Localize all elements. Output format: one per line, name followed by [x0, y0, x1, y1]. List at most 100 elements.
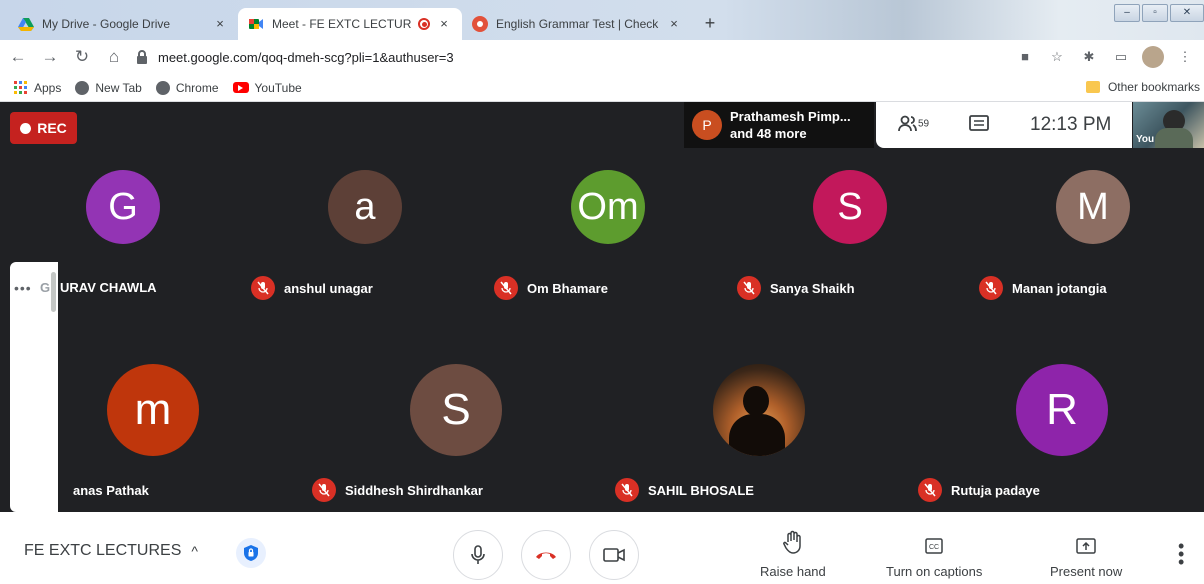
participant-name: Sanya Shaikh: [737, 276, 855, 300]
people-count: 59: [918, 118, 930, 130]
participant-name-text: URAV CHAWLA: [60, 280, 157, 295]
tab-title: My Drive - Google Drive: [42, 17, 171, 31]
participant-name-text: Sanya Shaikh: [770, 280, 855, 296]
profile-avatar[interactable]: [1142, 46, 1164, 68]
side-panel[interactable]: •••: [10, 262, 58, 512]
rec-label: REC: [37, 120, 67, 136]
browser-toolbar: ← → ↻ ⌂ meet.google.com/qoq-dmeh-scg?pli…: [0, 40, 1204, 74]
site-favicon-icon: [472, 16, 488, 32]
participant-name-text: Rutuja padaye: [951, 482, 1040, 498]
record-dot-icon: [20, 122, 32, 134]
participant-name-text: Manan jotangia: [1012, 280, 1107, 296]
people-button[interactable]: 59: [898, 115, 929, 138]
forward-button[interactable]: →: [36, 43, 64, 71]
present-now-button[interactable]: Present now: [1050, 530, 1122, 579]
notification-line-2: and 48 more: [730, 126, 807, 141]
participant-name: SAHIL BHOSALE: [615, 478, 754, 502]
participant-name-text: anas Pathak: [73, 482, 149, 498]
avatar: P: [692, 110, 722, 140]
close-window-button[interactable]: ✕: [1170, 4, 1204, 22]
participant-name: Manan jotangia: [979, 276, 1107, 300]
home-button[interactable]: ⌂: [100, 43, 128, 71]
avatar: a: [328, 170, 402, 244]
join-notification[interactable]: P Prathamesh Pimp... and 48 more: [684, 102, 874, 148]
reload-button[interactable]: ↻: [68, 43, 96, 71]
meeting-details-button[interactable]: FE EXTC LECTURES ^: [24, 542, 198, 560]
bookmarks-bar: Apps New Tab Chrome YouTube Other bookma…: [0, 74, 1204, 102]
toolbar-icons: ■ ☆ ✱ ▭ ⋮: [1004, 46, 1196, 68]
lock-icon: [137, 50, 147, 64]
host-controls-shield-icon[interactable]: [236, 538, 266, 568]
close-tab-icon[interactable]: ×: [666, 16, 682, 32]
hang-up-icon: [536, 552, 556, 559]
extensions-icon[interactable]: ✱: [1078, 46, 1100, 68]
bookmark-star-icon[interactable]: ☆: [1046, 46, 1068, 68]
participant-name-text: anshul unagar: [284, 280, 373, 296]
captions-label: Turn on captions: [886, 564, 983, 579]
folder-icon: [1085, 81, 1100, 93]
google-meet-icon: [249, 19, 263, 29]
bookmark-chrome[interactable]: Chrome: [155, 80, 219, 95]
url-text: meet.google.com/qoq-dmeh-scg?pli=1&authu…: [158, 49, 454, 65]
menu-kebab-icon[interactable]: ⋮: [1174, 46, 1196, 68]
recording-badge: REC: [10, 112, 77, 144]
participant-photo: [713, 364, 805, 456]
globe-icon: [75, 80, 90, 95]
camera-in-use-icon[interactable]: ■: [1014, 46, 1036, 68]
participant-name: Siddhesh Shirdhankar: [312, 478, 483, 502]
bookmark-label: New Tab: [95, 80, 142, 95]
back-button[interactable]: ←: [4, 43, 32, 71]
self-video-figure: [1155, 128, 1193, 148]
avatar: G: [86, 170, 160, 244]
bookmark-label: Chrome: [175, 80, 219, 95]
chevron-up-icon: ^: [191, 543, 198, 559]
notification-line-1: Prathamesh Pimp...: [730, 109, 851, 124]
close-tab-icon[interactable]: ×: [212, 16, 228, 32]
recording-indicator-icon: [418, 18, 430, 30]
bookmark-label: YouTube: [254, 80, 302, 95]
tab-google-drive[interactable]: My Drive - Google Drive ×: [8, 8, 238, 40]
apps-grid-icon: [14, 80, 27, 94]
meeting-info-bar: 59 12:13 PM: [876, 102, 1132, 148]
other-bookmarks[interactable]: Other bookmarks: [1085, 80, 1200, 94]
bookmark-apps[interactable]: Apps: [14, 80, 62, 95]
scrollbar[interactable]: [51, 272, 56, 312]
meeting-clock: 12:13 PM: [1030, 114, 1112, 135]
self-view-tile[interactable]: You: [1133, 102, 1204, 148]
mic-off-icon: [494, 276, 518, 300]
bookmark-label: Apps: [34, 80, 62, 95]
people-icon: [898, 115, 917, 132]
more-options-icon[interactable]: •••: [1178, 537, 1184, 571]
closed-captions-icon: CC: [925, 530, 943, 554]
close-tab-icon[interactable]: ×: [436, 16, 452, 32]
leave-call-button[interactable]: [521, 530, 571, 580]
tab-meet[interactable]: Meet - FE EXTC LECTURES ×: [238, 8, 462, 40]
avatar: S: [410, 364, 502, 456]
present-screen-icon: [1076, 530, 1096, 554]
mic-off-icon: [312, 478, 336, 502]
bookmark-new-tab[interactable]: New Tab: [75, 80, 142, 95]
present-now-label: Present now: [1050, 564, 1123, 579]
tab-english-grammar[interactable]: English Grammar Test | Check yo ×: [462, 8, 692, 40]
avatar: m: [107, 364, 199, 456]
participant-name: Rutuja padaye: [918, 478, 1040, 502]
captions-button[interactable]: CC Turn on captions: [886, 530, 982, 579]
participant-name-text: Siddhesh Shirdhankar: [345, 482, 483, 498]
raise-hand-button[interactable]: Raise hand: [760, 530, 826, 579]
more-options-icon[interactable]: •••: [14, 280, 32, 296]
other-bookmarks-label: Other bookmarks: [1107, 80, 1200, 94]
chat-icon[interactable]: [968, 114, 990, 134]
bookmark-youtube[interactable]: YouTube: [232, 80, 302, 95]
cast-icon[interactable]: ▭: [1110, 46, 1132, 68]
maximize-button[interactable]: ▫: [1142, 4, 1168, 22]
tab-strip: My Drive - Google Drive × Meet - FE EXTC…: [0, 0, 1204, 40]
avatar: Om: [571, 170, 645, 244]
camera-button[interactable]: [589, 530, 639, 580]
minimize-button[interactable]: –: [1114, 4, 1140, 22]
microphone-button[interactable]: [453, 530, 503, 580]
new-tab-button[interactable]: +: [698, 12, 722, 36]
mic-off-icon: [979, 276, 1003, 300]
mic-off-icon: [737, 276, 761, 300]
participant-name-text: G: [40, 280, 51, 295]
address-bar[interactable]: meet.google.com/qoq-dmeh-scg?pli=1&authu…: [134, 44, 1012, 70]
